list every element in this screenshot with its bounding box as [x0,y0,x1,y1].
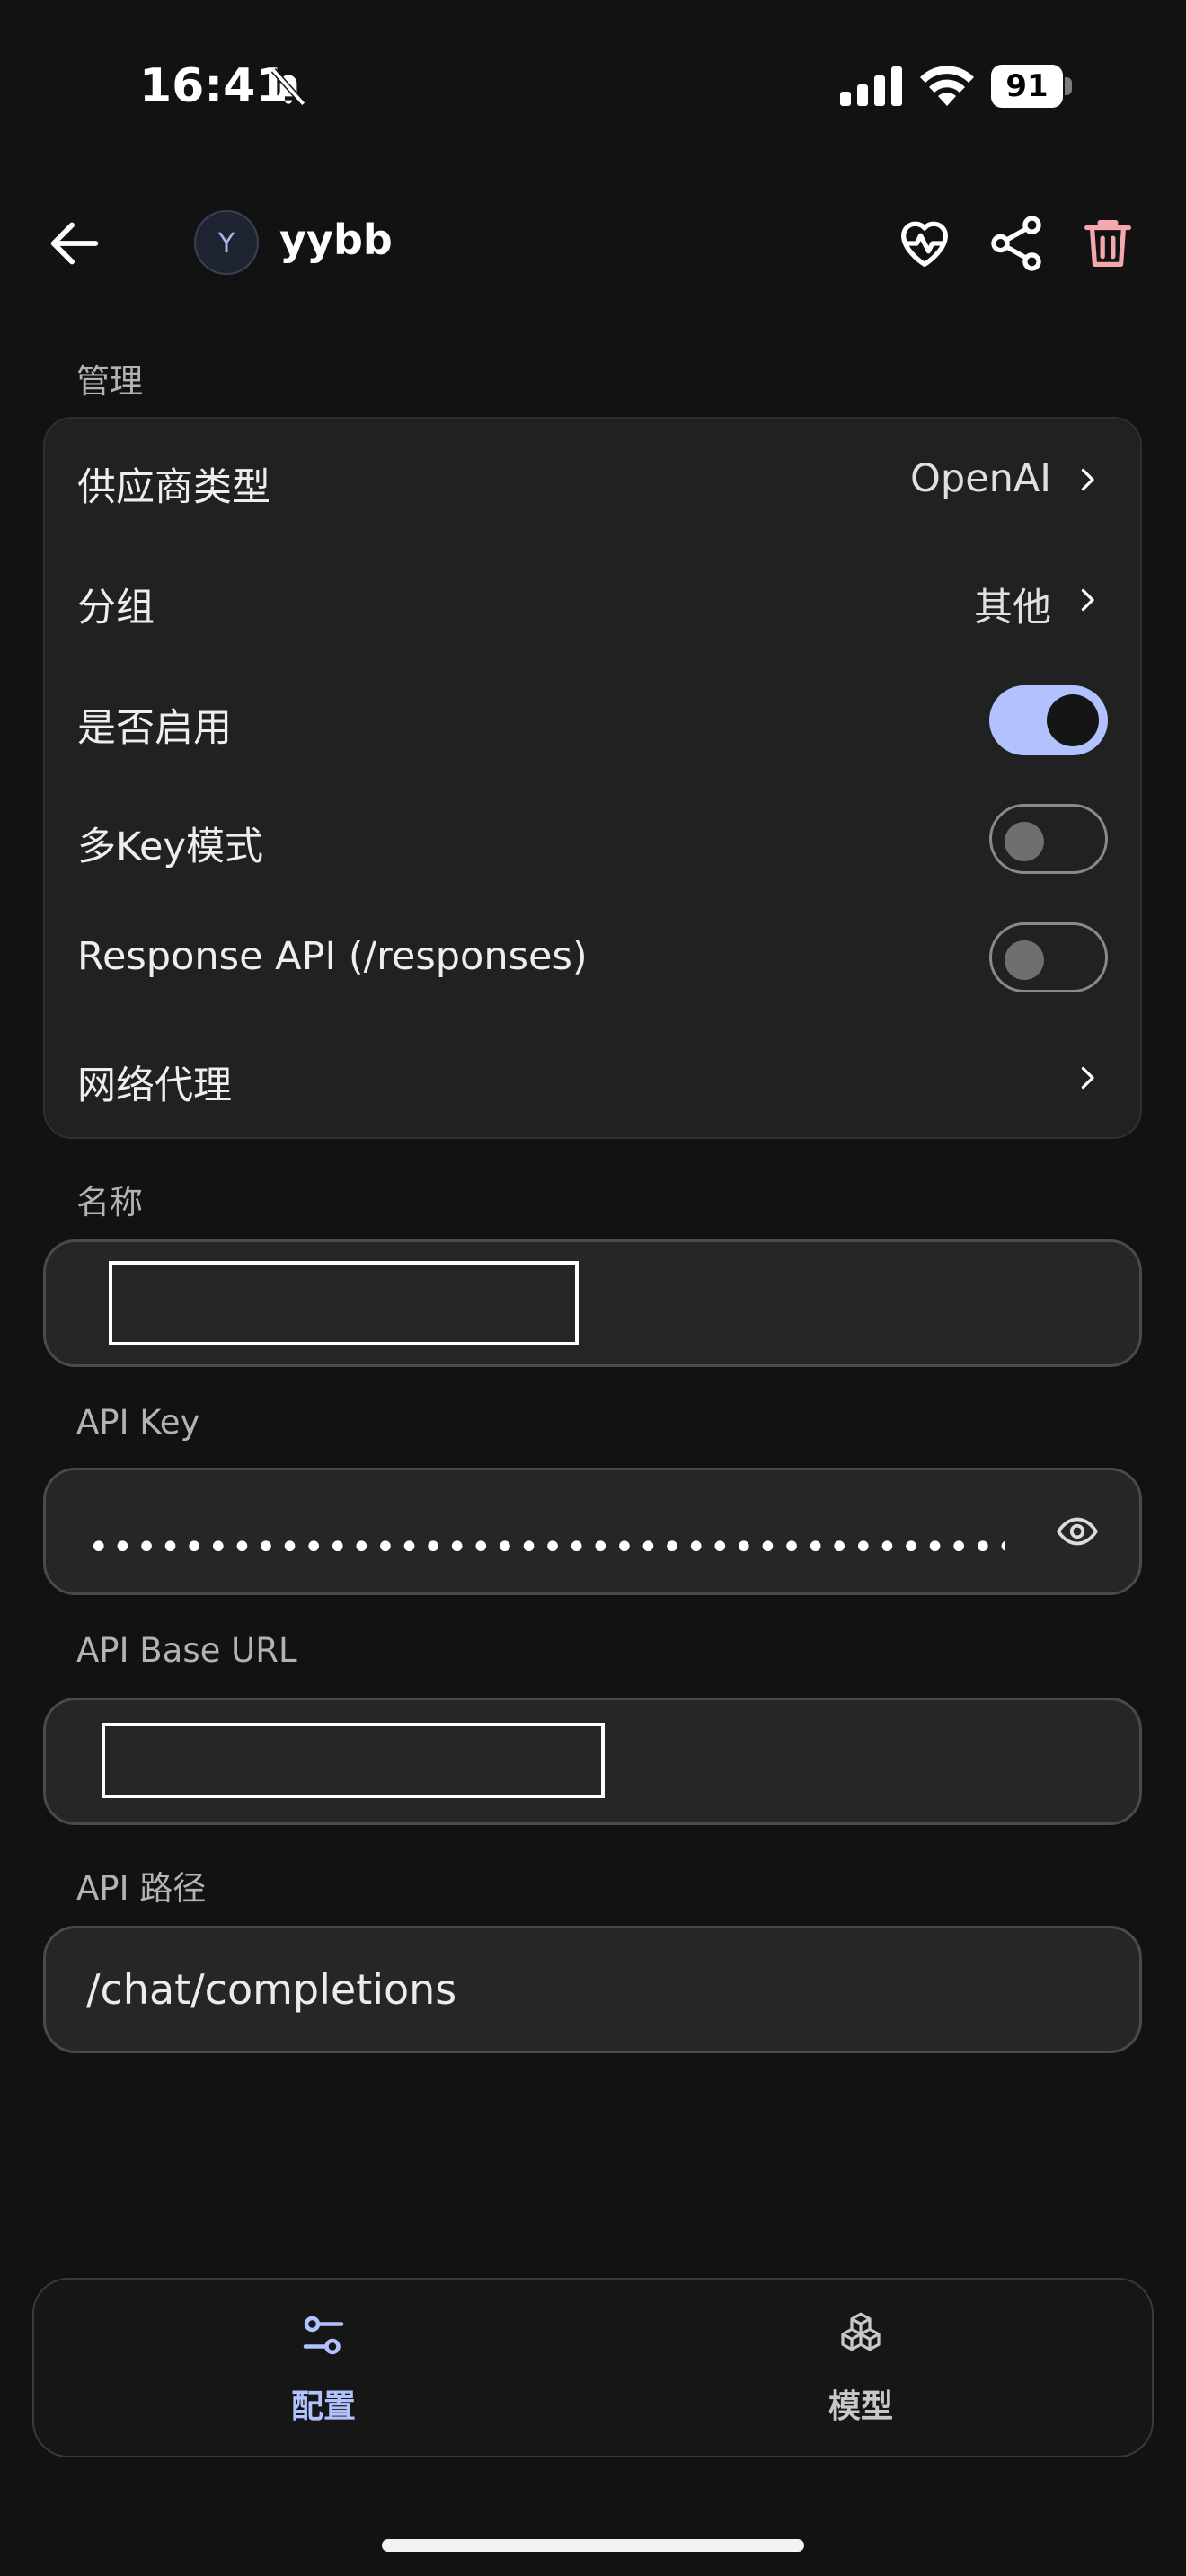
row-value-provider-type: OpenAI [910,456,1051,501]
toggle-knob [1047,694,1099,746]
bell-muted-icon [270,68,306,106]
label-api-path: API 路径 [76,1869,207,1908]
tab-models[interactable]: 模型 [726,2308,996,2434]
label-api-key: API Key [76,1403,200,1442]
redacted-name-box [109,1261,579,1345]
label-base-url: API Base URL [76,1631,297,1670]
row-label-group: 分组 [77,586,155,631]
avatar: Y [194,210,259,275]
row-label-response-api: Response API (/responses) [77,934,588,979]
toggle-knob [1005,822,1044,861]
trash-icon[interactable] [1076,212,1139,275]
health-check-icon[interactable] [893,212,956,275]
enabled-toggle[interactable] [989,685,1108,755]
row-label-network-proxy: 网络代理 [77,1063,232,1108]
page-title: yybb [279,216,393,264]
section-label-manage: 管理 [76,362,143,401]
tab-label-config: 配置 [290,2388,356,2425]
back-arrow-icon[interactable] [43,212,106,275]
label-name: 名称 [76,1183,143,1222]
redacted-url-box [102,1723,605,1798]
eye-icon[interactable] [1051,1509,1103,1554]
row-label-enabled: 是否启用 [77,706,232,751]
row-value-group: 其他 [974,586,1051,631]
multi-key-toggle[interactable] [989,804,1108,874]
chevron-right-icon [1081,468,1094,491]
cubes-icon [841,2312,881,2351]
share-icon[interactable] [985,212,1048,275]
row-label-multi-key: 多Key模式 [77,825,263,869]
chevron-right-icon [1081,1066,1094,1090]
row-label-provider-type: 供应商类型 [77,465,270,510]
response-api-toggle[interactable] [989,922,1108,992]
chevron-right-icon [1081,588,1094,612]
cellular-signal-icon [840,66,902,106]
toggle-knob [1005,940,1044,980]
battery-tip [1065,77,1072,95]
wifi-icon [920,66,974,106]
battery-level: 91 [991,65,1063,108]
battery-indicator: 91 [991,65,1072,108]
tab-config[interactable]: 配置 [189,2308,458,2434]
tab-label-models: 模型 [828,2388,893,2425]
home-indicator [382,2539,804,2552]
sliders-icon [303,2316,344,2355]
api-key-masked-value: •••••••••••••••••••••••••••••••••••••••• [88,1527,1005,1568]
api-path-value: /chat/completions [86,1965,457,2014]
